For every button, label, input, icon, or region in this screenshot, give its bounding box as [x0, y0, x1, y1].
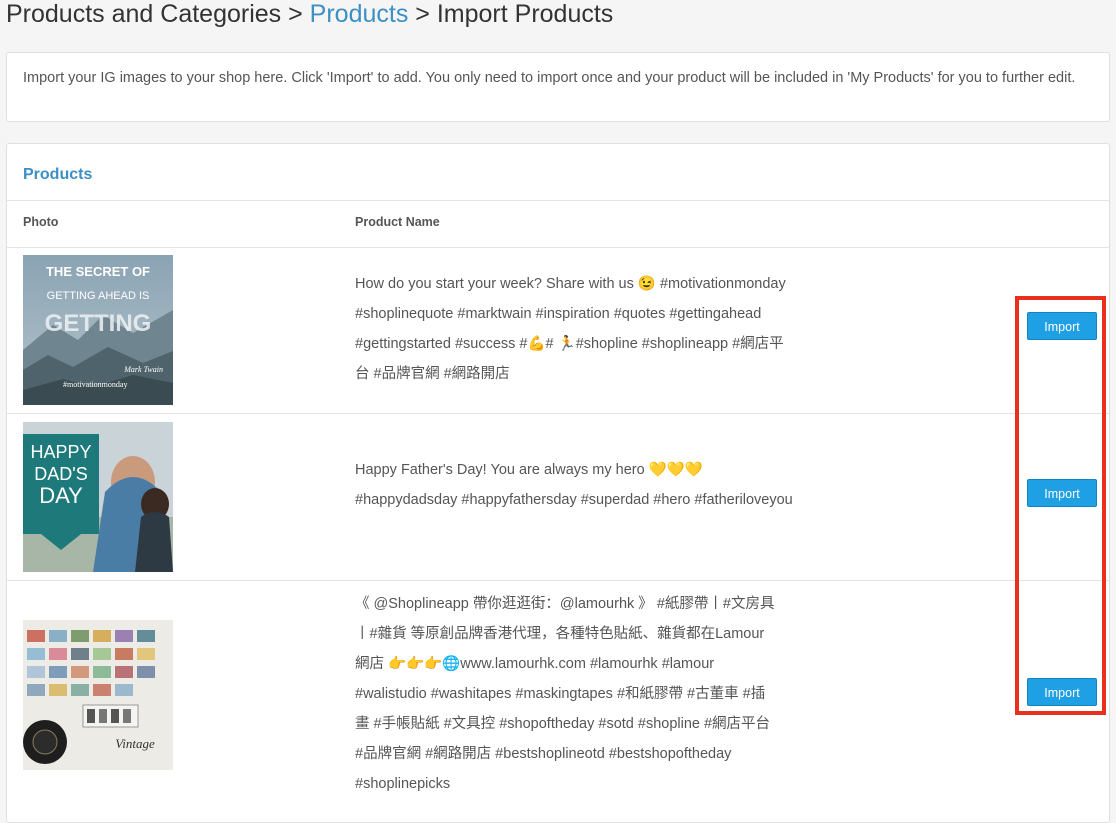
column-header-product-name: Product Name [355, 215, 440, 229]
product-name: Happy Father's Day! You are always my he… [355, 462, 793, 508]
image-text: GETTING [45, 310, 152, 337]
product-photo: HAPPY DAD'S DAY [23, 422, 173, 572]
import-button[interactable]: Import [1027, 312, 1097, 340]
breadcrumb-current: Import Products [436, 0, 614, 28]
import-button[interactable]: Import [1027, 678, 1097, 706]
washi-tape-image: Vintage [23, 620, 173, 770]
image-text: Mark Twain [123, 365, 163, 374]
breadcrumb-products-link[interactable]: Products [310, 0, 409, 28]
breadcrumb-separator: > [281, 0, 310, 28]
table-row: Vintage 《 @Shoplineapp 帶你逛逛街：@lamourhk 》… [7, 581, 1109, 821]
divider [7, 200, 1109, 201]
breadcrumb: Products and Categories > Products > Imp… [6, 0, 613, 28]
breadcrumb-separator: > [408, 0, 437, 28]
products-panel: Products Photo Product Name THE SECRET O… [6, 143, 1110, 823]
image-text: #motivationmonday [63, 380, 127, 389]
product-name: 《 @Shoplineapp 帶你逛逛街：@lamourhk 》 #紙膠帶丨#文… [355, 596, 775, 792]
image-text: DAY [39, 483, 83, 508]
import-button[interactable]: Import [1027, 479, 1097, 507]
fathers-day-image: HAPPY DAD'S DAY [23, 422, 173, 572]
image-text: HAPPY [30, 442, 91, 462]
breadcrumb-products-and-categories: Products and Categories [6, 0, 282, 28]
product-photo: THE SECRET OF GETTING AHEAD IS GETTING M… [23, 255, 173, 405]
image-text: Vintage [115, 736, 155, 751]
image-text: DAD'S [34, 464, 87, 484]
column-header-photo: Photo [23, 215, 59, 229]
mountain-image: THE SECRET OF GETTING AHEAD IS GETTING M… [23, 255, 173, 405]
table-row: HAPPY DAD'S DAY Happy Father's Day! You … [7, 414, 1109, 580]
product-photo: Vintage [23, 620, 173, 770]
panel-title: Products [23, 166, 93, 183]
image-text: GETTING AHEAD IS [47, 290, 150, 302]
info-box: Import your IG images to your shop here.… [6, 52, 1110, 122]
table-row: THE SECRET OF GETTING AHEAD IS GETTING M… [7, 248, 1109, 413]
image-text: THE SECRET OF [46, 264, 150, 279]
product-name: How do you start your week? Share with u… [355, 276, 786, 382]
info-text: Import your IG images to your shop here.… [23, 70, 1076, 86]
